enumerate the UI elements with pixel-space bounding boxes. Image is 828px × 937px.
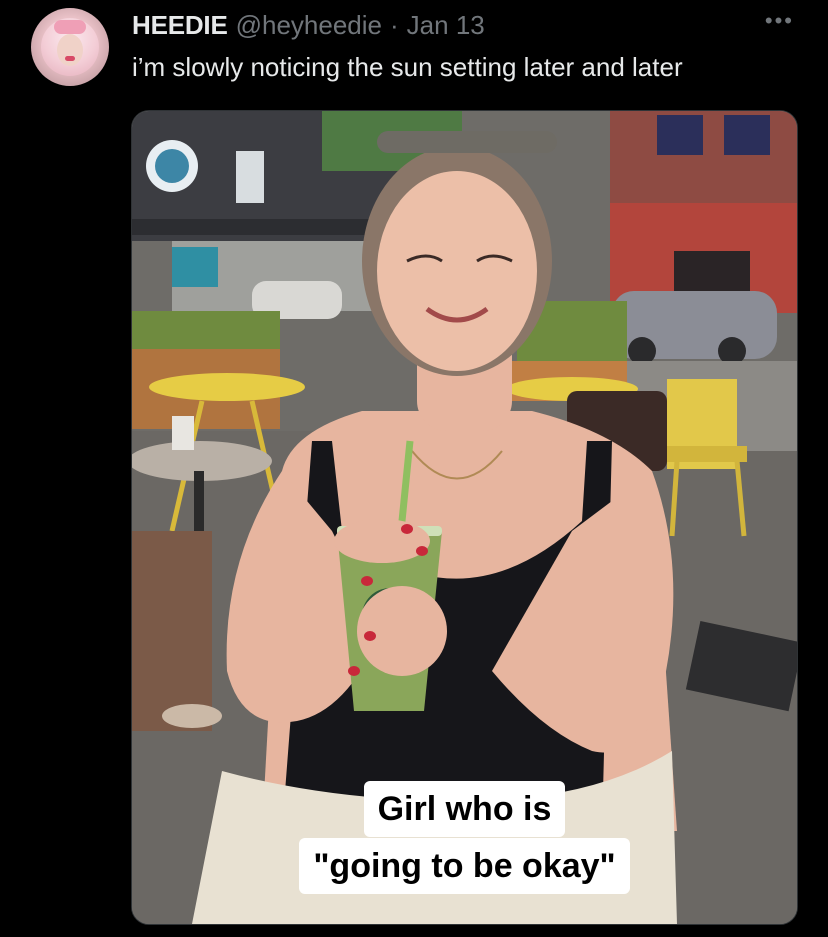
hand-top bbox=[334, 519, 430, 563]
display-name[interactable]: HEEDIE bbox=[132, 10, 228, 41]
headband bbox=[377, 131, 557, 153]
separator: · bbox=[390, 10, 399, 40]
avatar-face bbox=[57, 34, 83, 66]
tweet-date[interactable]: Jan 13 bbox=[407, 10, 485, 41]
planter-plants bbox=[132, 311, 280, 351]
avatar[interactable] bbox=[31, 8, 109, 86]
caption-line-1: Girl who is bbox=[132, 781, 797, 837]
caption-line-2: "going to be okay" bbox=[132, 838, 797, 894]
face bbox=[377, 171, 537, 371]
user-handle[interactable]: @heyheedie bbox=[236, 10, 382, 41]
avatar-bow bbox=[54, 20, 86, 34]
yellow-table bbox=[149, 373, 305, 401]
caption-text-1: Girl who is bbox=[363, 781, 566, 837]
avatar-lips bbox=[65, 56, 75, 61]
coffee-cup bbox=[172, 416, 194, 450]
caption-text-2: "going to be okay" bbox=[299, 838, 630, 894]
tweet-text: i’m slowly noticing the sun setting late… bbox=[132, 52, 683, 82]
hand-side bbox=[357, 586, 447, 676]
tweet: HEEDIE @heyheedie · Jan 13 ••• i’m slowl… bbox=[0, 0, 828, 937]
more-options-icon[interactable]: ••• bbox=[765, 10, 794, 32]
tweet-header: HEEDIE @heyheedie · Jan 13 bbox=[132, 10, 485, 42]
building-sign bbox=[236, 151, 264, 203]
tweet-media[interactable]: Girl who is "going to be okay" bbox=[131, 110, 798, 925]
person-left bbox=[132, 531, 212, 731]
